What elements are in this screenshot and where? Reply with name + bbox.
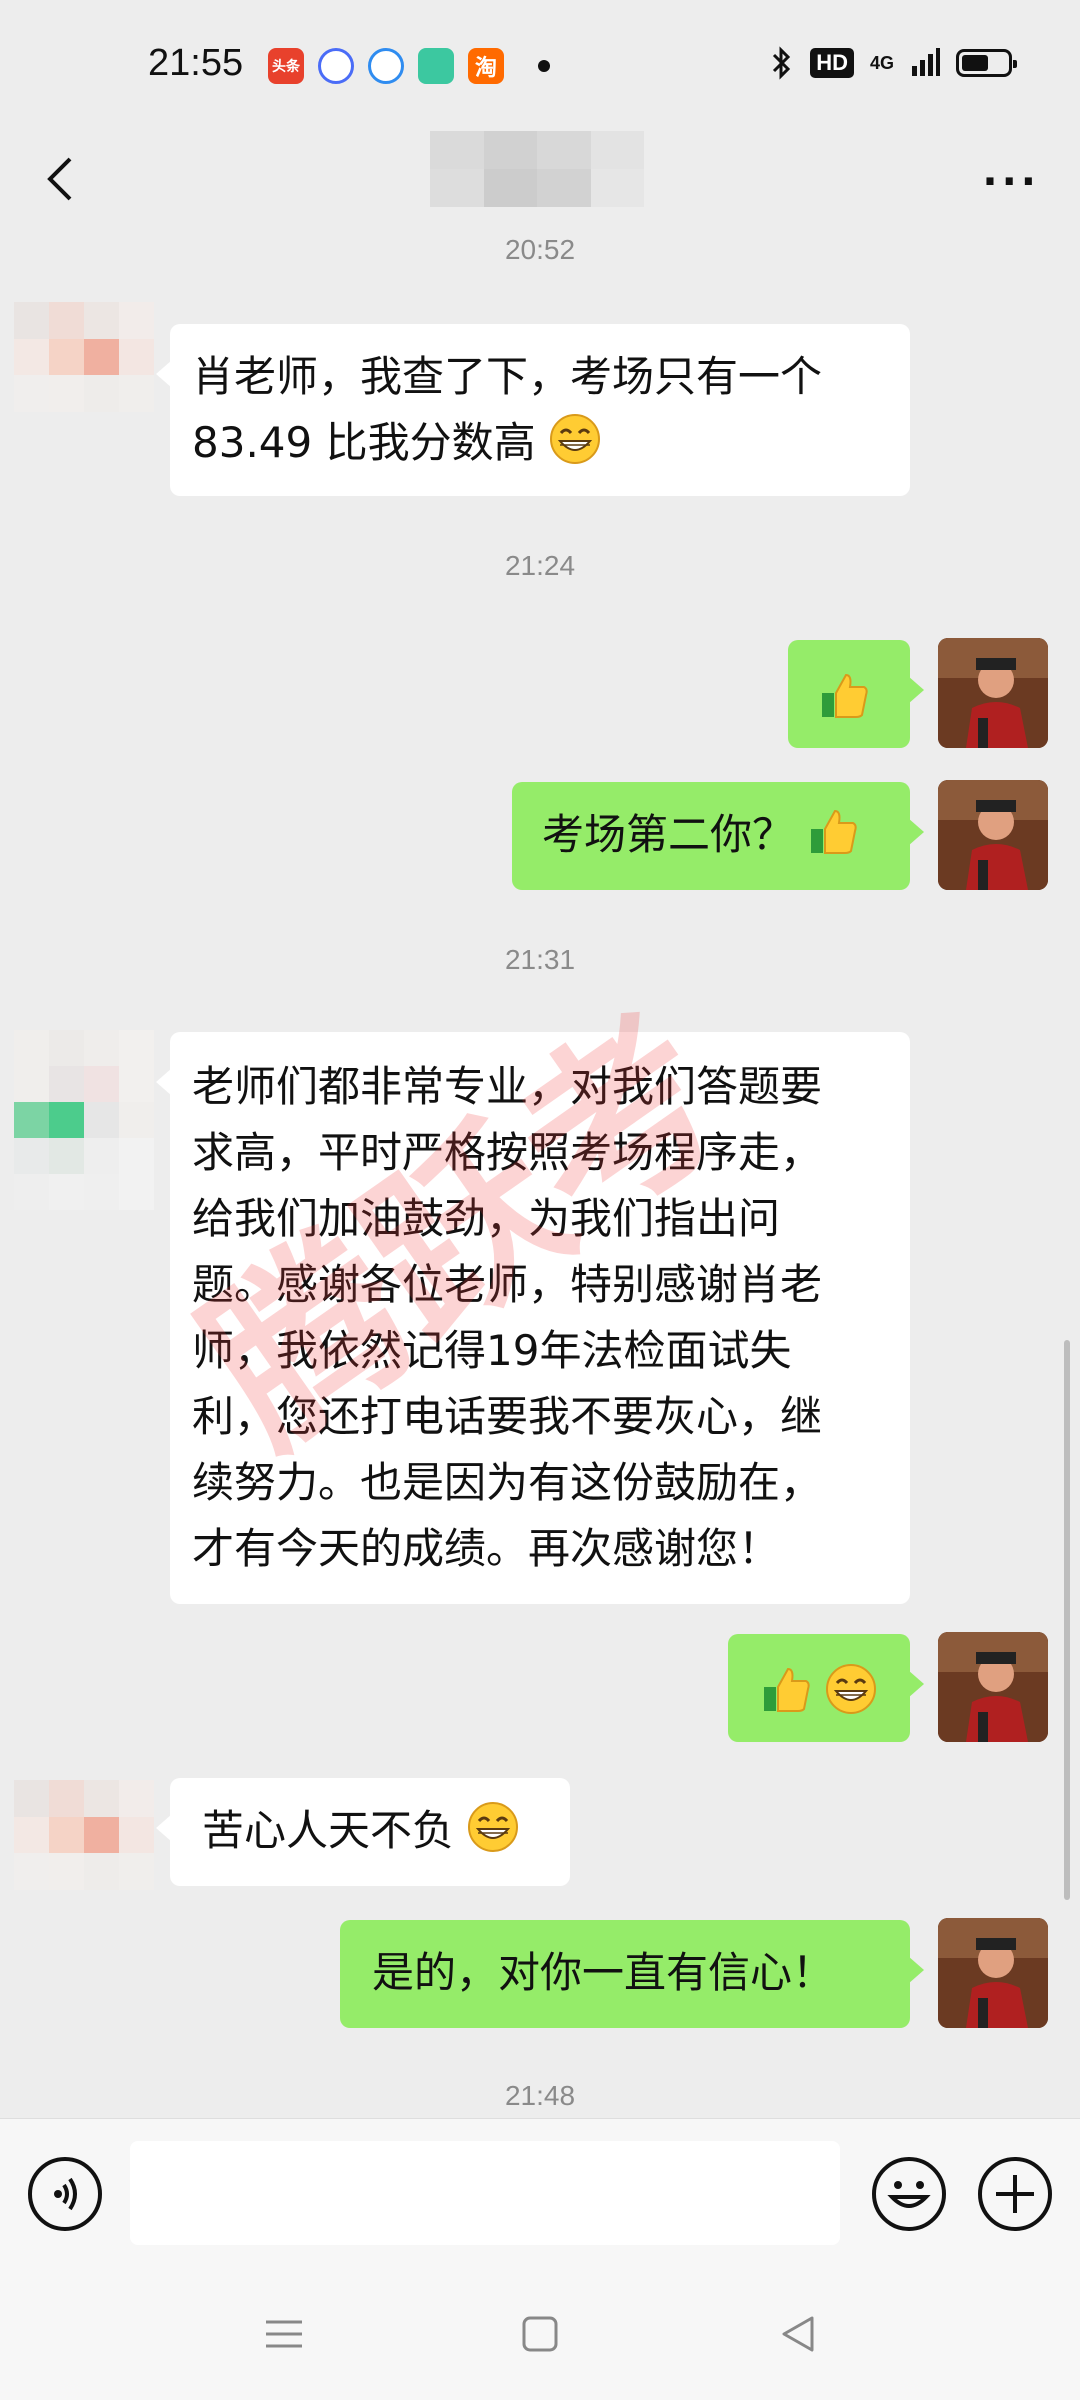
- emoji-button[interactable]: [872, 2157, 946, 2231]
- contact-avatar[interactable]: [14, 1780, 154, 1890]
- signal-icon: [912, 48, 940, 76]
- grin-emoji-icon: [549, 414, 600, 464]
- system-indicators: HD 4G: [770, 46, 1017, 80]
- message-text-line: 给我们加油鼓劲，为我们指出问: [192, 1194, 781, 1243]
- chat-title-blurred: [430, 131, 644, 207]
- message-text-line: 题。感谢各位老师，特别感谢肖老: [192, 1260, 823, 1309]
- message-input[interactable]: [130, 2141, 840, 2245]
- message-bubble-sent[interactable]: [728, 1634, 924, 1742]
- scrollbar[interactable]: [1064, 1340, 1070, 1900]
- battery-icon: [956, 49, 1017, 77]
- message-text-line: 师，我依然记得19年法检面试失: [192, 1326, 792, 1375]
- app-icon-2: [318, 48, 354, 84]
- status-bar: 21:55 头条 淘 HD 4G: [0, 0, 1080, 130]
- message-text: 83.49 比我分数高: [192, 418, 536, 467]
- my-avatar[interactable]: [938, 780, 1048, 890]
- status-time: 21:55: [148, 42, 244, 84]
- network-type: 4G: [869, 52, 894, 73]
- message-text-line: 才有今天的成绩。再次感谢您！: [192, 1524, 781, 1573]
- thumbs-up-emoji-icon: [811, 809, 858, 854]
- my-avatar[interactable]: [938, 1632, 1048, 1742]
- message-text-line: 求高，平时严格按照考场程序走，: [192, 1128, 823, 1177]
- message-bubble-received[interactable]: 老师们都非常专业，对我们答题要 求高，平时严格按照考场程序走， 给我们加油鼓劲，…: [156, 1032, 910, 1604]
- message-text-line: 老师们都非常专业，对我们答题要: [192, 1062, 823, 1111]
- thumbs-up-emoji-icon: [822, 673, 868, 718]
- home-icon[interactable]: [518, 2312, 562, 2356]
- more-options-icon[interactable]: ···: [982, 159, 1040, 205]
- plus-icon: [996, 2175, 1034, 2213]
- message-text: 苦心人天不负: [202, 1806, 455, 1855]
- voice-icon: [54, 2177, 77, 2211]
- hd-badge: HD: [810, 48, 854, 78]
- input-bar: [0, 2118, 1080, 2268]
- toutiao-icon: 头条: [268, 48, 304, 84]
- message-bubble-received[interactable]: 肖老师，我查了下，考场只有一个 83.49 比我分数高: [156, 324, 910, 496]
- back-icon[interactable]: [34, 151, 90, 207]
- voice-input-button[interactable]: [28, 2157, 102, 2231]
- contact-avatar[interactable]: [14, 302, 154, 412]
- message-bubble-sent[interactable]: [788, 640, 924, 748]
- message-text-line: 利，您还打电话要我不要灰心，继: [192, 1392, 823, 1441]
- more-notifications-dot: [538, 60, 550, 72]
- more-functions-button[interactable]: [978, 2157, 1052, 2231]
- bluetooth-icon: [773, 46, 791, 80]
- grin-emoji-icon: [468, 1802, 519, 1852]
- system-navigation-bar: [0, 2268, 1080, 2400]
- my-avatar[interactable]: [938, 638, 1048, 748]
- message-text-line: 续努力。也是因为有这份鼓励在，: [192, 1458, 823, 1507]
- message-text: 肖老师，我查了下，考场只有一个: [192, 352, 823, 401]
- thumbs-up-emoji-icon: [764, 1667, 810, 1712]
- grin-emoji-icon: [826, 1664, 877, 1714]
- menu-icon[interactable]: [262, 2312, 306, 2356]
- timestamp: 21:24: [504, 550, 576, 581]
- timestamp: 21:31: [504, 944, 576, 975]
- message-text: 是的，对你一直有信心！: [372, 1948, 835, 1997]
- app-icon-4: [418, 48, 454, 84]
- message-bubble-sent[interactable]: 是的，对你一直有信心！: [340, 1920, 924, 2028]
- chat-header: ···: [0, 125, 1080, 235]
- timestamp: 20:52: [504, 234, 576, 265]
- app-icon-3: [368, 48, 404, 84]
- notification-icons: 头条 淘: [268, 48, 550, 84]
- back-nav-icon[interactable]: [776, 2312, 820, 2356]
- my-avatar[interactable]: [938, 1918, 1048, 2028]
- timestamp: 21:48: [504, 2080, 576, 2111]
- message-text: 考场第二你？: [542, 810, 795, 859]
- message-bubble-sent[interactable]: 考场第二你？: [512, 782, 924, 890]
- message-bubble-received[interactable]: 苦心人天不负: [156, 1778, 570, 1886]
- contact-avatar[interactable]: [14, 1030, 154, 1210]
- smiley-icon: [887, 2181, 931, 2208]
- taobao-icon: 淘: [468, 48, 504, 84]
